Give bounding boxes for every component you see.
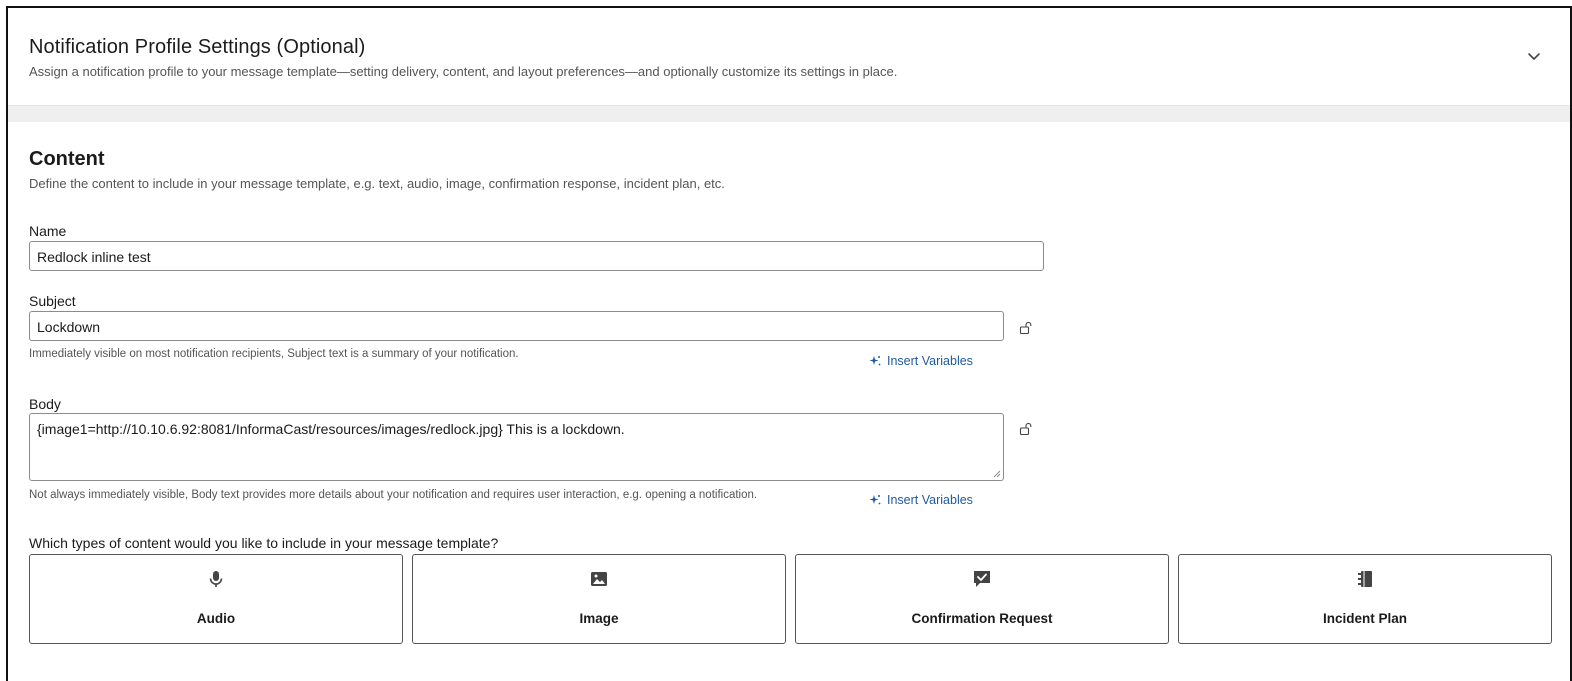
content-panel: Notification Profile Settings (Optional)… [6,6,1572,681]
sparkle-icon [869,356,881,366]
chevron-down-icon[interactable] [1526,48,1542,64]
body-insert-variables-link[interactable]: Insert Variables [869,493,973,507]
incident-plan-tile-label: Incident Plan [1322,611,1407,626]
confirmation-request-tile[interactable]: Confirmation Request [795,554,1169,644]
body-label: Body [29,396,61,412]
content-section-description: Define the content to include in your me… [29,176,725,191]
audio-tile-label: Audio [196,611,236,626]
confirmation-icon [974,571,990,587]
body-textarea[interactable]: {image1=http://10.10.6.92:8081/InformaCa… [29,413,1004,481]
incident-plan-icon [1358,571,1372,587]
body-textarea-value: {image1=http://10.10.6.92:8081/InformaCa… [37,421,625,437]
unlock-icon[interactable] [1019,422,1033,436]
profile-settings-title: Notification Profile Settings (Optional) [29,36,366,58]
subject-label: Subject [29,293,76,309]
body-insert-variables-label: Insert Variables [887,493,973,507]
notification-profile-accordion[interactable]: Notification Profile Settings (Optional)… [8,8,1570,106]
sparkle-icon [869,495,881,505]
name-input-value: Redlock inline test [37,249,151,265]
audio-tile[interactable]: Audio [29,554,403,644]
subject-helper-text: Immediately visible on most notification… [29,348,519,360]
content-section-title: Content [29,148,105,170]
subject-input-value: Lockdown [37,319,101,335]
image-tile-label: Image [579,611,619,626]
content-types-question: Which types of content would you like to… [29,535,499,551]
microphone-icon [209,571,223,587]
name-input[interactable]: Redlock inline test [29,241,1044,271]
name-label: Name [29,223,67,239]
subject-input[interactable]: Lockdown [29,311,1004,341]
profile-settings-description: Assign a notification profile to your me… [29,64,898,79]
confirmation-request-tile-label: Confirmation Request [911,611,1053,626]
subject-insert-variables-label: Insert Variables [887,354,973,368]
image-icon [591,572,607,586]
unlock-icon[interactable] [1019,321,1033,335]
incident-plan-tile[interactable]: Incident Plan [1178,554,1552,644]
image-tile[interactable]: Image [412,554,786,644]
resize-handle-icon[interactable] [993,470,1001,478]
section-divider [8,106,1570,122]
body-helper-text: Not always immediately visible, Body tex… [29,489,758,501]
subject-insert-variables-link[interactable]: Insert Variables [869,354,973,368]
